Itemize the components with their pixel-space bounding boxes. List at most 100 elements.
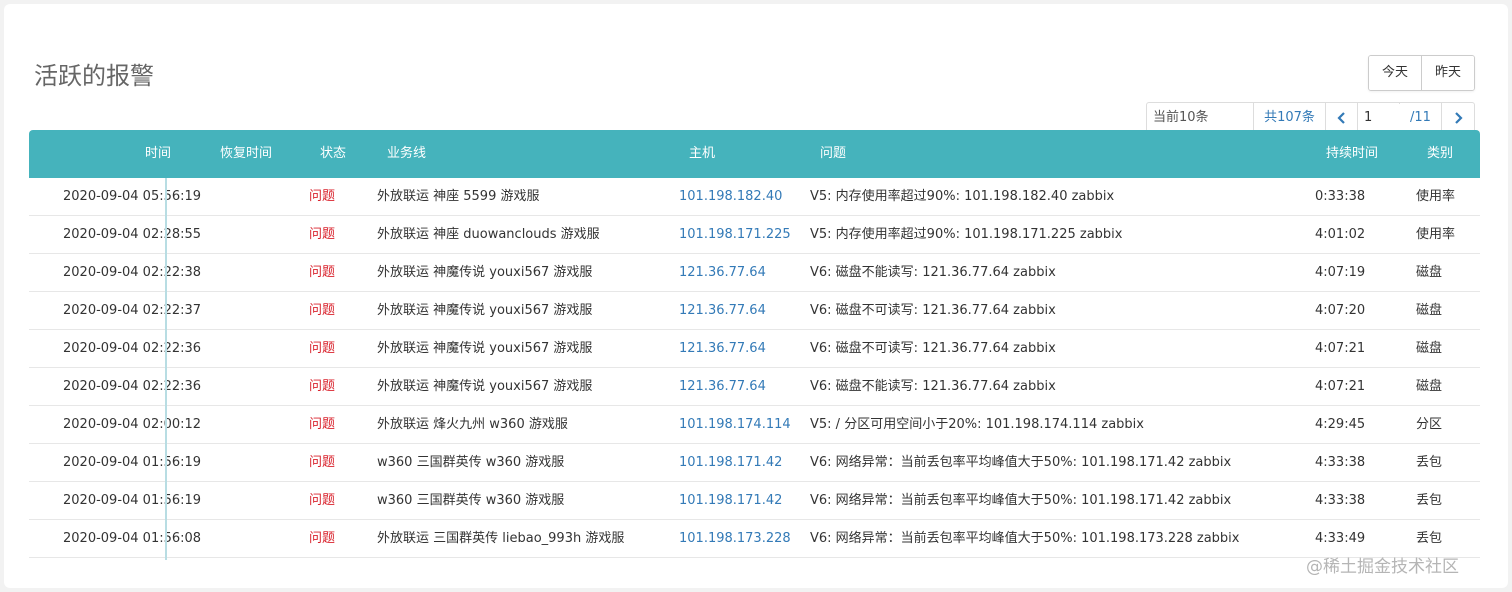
table-row[interactable]: 2020-09-04 02:22:36 问题 外放联运 神魔传说 youxi567 … xyxy=(29,330,1480,368)
cell-category: 磁盘 xyxy=(1416,303,1443,318)
page-total-label: /11 xyxy=(1400,103,1442,133)
cell-time: 2020-09-04 02:22:37 xyxy=(63,303,202,318)
cell-time: 2020-09-04 01:56:19 xyxy=(63,455,202,470)
cell-host-link[interactable]: 101.198.171.42 xyxy=(679,482,782,519)
cell-status: 问题 xyxy=(309,303,336,318)
cell-issue: V6: 网络异常：当前丢包率平均峰值大于50%: 101.198.171.42 … xyxy=(810,493,1232,508)
cell-category: 使用率 xyxy=(1416,227,1456,242)
yesterday-button[interactable]: 昨天 xyxy=(1421,56,1474,90)
cell-host-link[interactable]: 101.198.182.40 xyxy=(679,178,782,215)
cell-business-line: w360 三国群英传 w360 游戏服 xyxy=(377,455,565,470)
cell-issue: V6: 磁盘不可读写: 121.36.77.64 zabbix xyxy=(810,341,1056,356)
cell-category: 分区 xyxy=(1416,417,1443,432)
cell-host-link[interactable]: 101.198.173.228 xyxy=(679,520,791,557)
column-header-category[interactable]: 类别 xyxy=(1427,130,1453,178)
cell-category: 磁盘 xyxy=(1416,379,1443,394)
today-button[interactable]: 今天 xyxy=(1369,56,1421,90)
cell-issue: V6: 磁盘不可读写: 121.36.77.64 zabbix xyxy=(810,303,1056,318)
cell-host-link[interactable]: 101.198.174.114 xyxy=(679,406,791,443)
table-row[interactable]: 2020-09-04 02:22:36 问题 外放联运 神魔传说 youxi567 … xyxy=(29,368,1480,406)
cell-duration: 4:33:38 xyxy=(1315,493,1366,508)
cell-business-line: 外放联运 神座 5599 游戏服 xyxy=(377,189,540,204)
alerts-table: 时间 恢复时间 状态 业务线 主机 问题 持续时间 类别 2020-09-04 … xyxy=(29,130,1480,558)
cell-time: 2020-09-04 02:28:55 xyxy=(63,227,202,242)
column-divider xyxy=(165,178,167,560)
cell-host-link[interactable]: 101.198.171.42 xyxy=(679,444,782,481)
table-row[interactable]: 2020-09-04 01:56:19 问题 w360 三国群英传 w360 游戏服… xyxy=(29,444,1480,482)
cell-status: 问题 xyxy=(309,341,336,356)
cell-time: 2020-09-04 01:56:19 xyxy=(63,493,202,508)
cell-time: 2020-09-04 02:00:12 xyxy=(63,417,202,432)
cell-duration: 4:07:21 xyxy=(1315,341,1366,356)
cell-category: 丢包 xyxy=(1416,455,1443,470)
cell-category: 使用率 xyxy=(1416,189,1456,204)
next-page-button[interactable] xyxy=(1442,103,1474,133)
chevron-left-icon xyxy=(1336,111,1345,124)
cell-host-link[interactable]: 121.36.77.64 xyxy=(679,330,766,367)
table-row[interactable]: 2020-09-04 02:22:37 问题 外放联运 神魔传说 youxi567 … xyxy=(29,292,1480,330)
column-header-issue[interactable]: 问题 xyxy=(820,130,846,178)
cell-status: 问题 xyxy=(309,417,336,432)
table-row[interactable]: 2020-09-04 02:28:55 问题 外放联运 神座 duowancloud… xyxy=(29,216,1480,254)
column-header-time[interactable]: 时间 xyxy=(145,130,171,178)
cell-time: 2020-09-04 02:22:36 xyxy=(63,341,202,356)
cell-host-link[interactable]: 121.36.77.64 xyxy=(679,292,766,329)
cell-status: 问题 xyxy=(309,265,336,280)
cell-status: 问题 xyxy=(309,189,336,204)
cell-status: 问题 xyxy=(309,227,336,242)
cell-duration: 4:07:21 xyxy=(1315,379,1366,394)
cell-category: 磁盘 xyxy=(1416,265,1443,280)
cell-issue: V6: 网络异常：当前丢包率平均峰值大于50%: 101.198.171.42 … xyxy=(810,455,1232,470)
cell-category: 丢包 xyxy=(1416,493,1443,508)
cell-issue: V6: 网络异常：当前丢包率平均峰值大于50%: 101.198.173.228… xyxy=(810,531,1240,546)
column-header-duration[interactable]: 持续时间 xyxy=(1326,130,1378,178)
day-toggle: 今天 昨天 xyxy=(1368,55,1475,91)
table-row[interactable]: 2020-09-04 02:00:12 问题 外放联运 烽火九州 w360 游戏服 1… xyxy=(29,406,1480,444)
cell-business-line: 外放联运 神魔传说 youxi567 游戏服 xyxy=(377,379,593,394)
cell-issue: V6: 磁盘不能读写: 121.36.77.64 zabbix xyxy=(810,379,1056,394)
cell-status: 问题 xyxy=(309,455,336,470)
cell-time: 2020-09-04 02:22:38 xyxy=(63,265,202,280)
cell-duration: 4:07:19 xyxy=(1315,265,1366,280)
cell-duration: 4:07:20 xyxy=(1315,303,1366,318)
cell-host-link[interactable]: 121.36.77.64 xyxy=(679,368,766,405)
table-row[interactable]: 2020-09-04 02:22:38 问题 外放联运 神魔传说 youxi567 … xyxy=(29,254,1480,292)
cell-status: 问题 xyxy=(309,531,336,546)
cell-time: 2020-09-04 02:22:36 xyxy=(63,379,202,394)
cell-issue: V5: 内存使用率超过90%: 101.198.171.225 zabbix xyxy=(810,227,1123,242)
cell-time: 2020-09-04 01:56:08 xyxy=(63,531,202,546)
table-header: 时间 恢复时间 状态 业务线 主机 问题 持续时间 类别 xyxy=(29,130,1480,178)
cell-duration: 4:33:38 xyxy=(1315,455,1366,470)
table-row[interactable]: 2020-09-04 01:56:19 问题 w360 三国群英传 w360 游戏服… xyxy=(29,482,1480,520)
cell-status: 问题 xyxy=(309,379,336,394)
table-row[interactable]: 2020-09-04 01:56:08 问题 外放联运 三国群英传 liebao_9… xyxy=(29,520,1480,558)
cell-issue: V6: 磁盘不能读写: 121.36.77.64 zabbix xyxy=(810,265,1056,280)
cell-business-line: 外放联运 神魔传说 youxi567 游戏服 xyxy=(377,265,593,280)
chevron-right-icon xyxy=(1455,111,1463,124)
cell-status: 问题 xyxy=(309,493,336,508)
cell-business-line: 外放联运 神魔传说 youxi567 游戏服 xyxy=(377,341,593,356)
cell-business-line: w360 三国群英传 w360 游戏服 xyxy=(377,493,565,508)
cell-business-line: 外放联运 神魔传说 youxi567 游戏服 xyxy=(377,303,593,318)
page-title: 活跃的报警 xyxy=(34,62,154,90)
cell-duration: 4:01:02 xyxy=(1315,227,1366,242)
cell-duration: 4:29:45 xyxy=(1315,417,1366,432)
page-input-cell xyxy=(1358,103,1412,133)
column-header-business-line[interactable]: 业务线 xyxy=(387,130,426,178)
cell-host-link[interactable]: 101.198.171.225 xyxy=(679,216,791,253)
cell-duration: 0:33:38 xyxy=(1315,189,1366,204)
watermark: @稀土掘金技术社区 xyxy=(1306,557,1459,577)
current-count-label: 当前10条 xyxy=(1147,103,1254,133)
prev-page-button[interactable] xyxy=(1326,103,1358,133)
column-header-recovery-time[interactable]: 恢复时间 xyxy=(220,130,272,178)
table-row[interactable]: 2020-09-04 05:56:19 问题 外放联运 神座 5599 游戏服 101… xyxy=(29,178,1480,216)
cell-business-line: 外放联运 神座 duowanclouds 游戏服 xyxy=(377,227,600,242)
cell-host-link[interactable]: 121.36.77.64 xyxy=(679,254,766,291)
column-header-status[interactable]: 状态 xyxy=(320,130,346,178)
cell-business-line: 外放联运 烽火九州 w360 游戏服 xyxy=(377,417,568,432)
cell-time: 2020-09-04 05:56:19 xyxy=(63,189,202,204)
cell-issue: V5: 内存使用率超过90%: 101.198.182.40 zabbix xyxy=(810,189,1115,204)
table-body: 2020-09-04 05:56:19 问题 外放联运 神座 5599 游戏服 101… xyxy=(29,178,1480,558)
column-header-host[interactable]: 主机 xyxy=(689,130,715,178)
cell-business-line: 外放联运 三国群英传 liebao_993h 游戏服 xyxy=(377,531,625,546)
